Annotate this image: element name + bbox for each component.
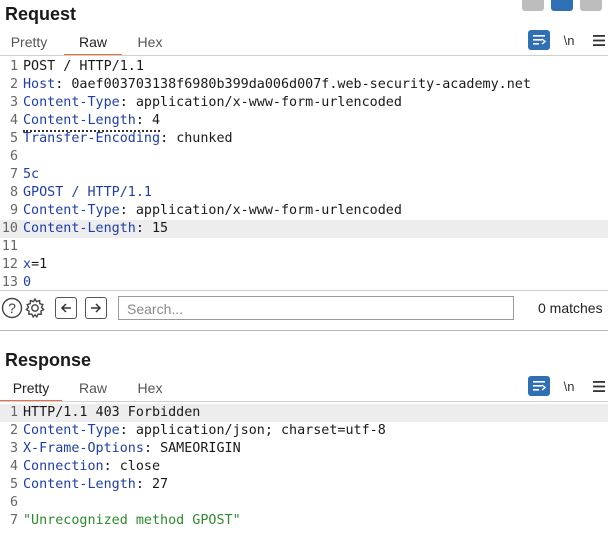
- response-line: 4 Connection: close: [9, 459, 161, 474]
- help-icon[interactable]: ?: [1, 297, 23, 319]
- request-format-icon[interactable]: [528, 30, 550, 50]
- request-line: 7 5c: [9, 167, 40, 182]
- request-line: 8 GPOST / HTTP/1.1: [9, 185, 152, 200]
- request-line: 3 Content-Type: application/x-www-form-ur…: [9, 95, 402, 110]
- layout-vertical-button[interactable]: [551, 0, 573, 11]
- request-tab-pretty[interactable]: Pretty: [4, 30, 54, 54]
- search-match-count: 0 matches: [538, 300, 603, 316]
- request-line: 11: [1, 239, 18, 254]
- request-line-highlighted: 10 Content-Length: 15: [0, 220, 608, 238]
- settings-gear-icon[interactable]: [24, 297, 46, 319]
- request-menu-icon[interactable]: [588, 30, 608, 50]
- response-line: 6: [9, 495, 18, 510]
- request-line: 4 Content-Length: 4: [0, 112, 608, 132]
- response-newline-toggle[interactable]: \n: [558, 376, 580, 396]
- response-title: Response: [5, 350, 92, 370]
- response-line-highlighted: 1 HTTP/1.1 403 Forbidden: [0, 404, 608, 422]
- svg-text:?: ?: [8, 300, 16, 316]
- arrow-left-icon: [60, 303, 71, 313]
- request-newline-toggle[interactable]: \n: [558, 30, 580, 50]
- panel-divider: [0, 330, 608, 331]
- response-menu-icon[interactable]: [588, 376, 608, 396]
- request-line: 9 Content-Type: application/x-www-form-ur…: [9, 203, 402, 218]
- search-input[interactable]: [125, 298, 509, 320]
- response-tab-pretty[interactable]: Pretty: [0, 376, 62, 402]
- request-line: 1 POST / HTTP/1.1: [9, 59, 144, 74]
- request-title: Request: [5, 4, 77, 24]
- response-tab-divider: [0, 401, 608, 402]
- request-tab-hex[interactable]: Hex: [128, 30, 172, 54]
- request-line: 2 Host: 0aef003703138f6980b399da006d007f.…: [9, 77, 531, 92]
- layout-tabs-button[interactable]: [580, 0, 602, 11]
- search-previous-button[interactable]: [55, 297, 77, 319]
- response-line: 5 Content-Length: 27: [9, 477, 169, 492]
- arrow-right-icon: [91, 303, 102, 313]
- response-tab-raw[interactable]: Raw: [70, 376, 116, 400]
- response-line: 2 Content-Type: application/json; charset…: [9, 423, 386, 438]
- response-tab-bar: Pretty Raw Hex \n: [0, 376, 608, 402]
- request-line: 5 Transfer-Encoding: chunked: [9, 131, 233, 146]
- response-tab-hex[interactable]: Hex: [128, 376, 172, 400]
- response-line: 7 "Unrecognized method GPOST": [9, 513, 241, 528]
- request-line: 6: [9, 149, 18, 164]
- response-format-icon[interactable]: [528, 376, 550, 396]
- request-editor[interactable]: 1 POST / HTTP/1.1 2 Host: 0aef003703138f69…: [0, 58, 608, 288]
- request-search-divider: [0, 290, 608, 291]
- request-tab-divider: [0, 55, 608, 56]
- request-tab-bar: Pretty Raw Hex \n: [0, 30, 608, 56]
- request-tab-raw[interactable]: Raw: [64, 30, 122, 56]
- request-line: 12 x=1: [1, 257, 48, 272]
- request-line: 13 0: [1, 275, 32, 288]
- response-line: 3 X-Frame-Options: SAMEORIGIN: [9, 441, 241, 456]
- search-field[interactable]: [118, 296, 514, 320]
- search-next-button[interactable]: [85, 297, 107, 319]
- layout-side-by-side-button[interactable]: [522, 0, 544, 11]
- response-editor[interactable]: 1 HTTP/1.1 403 Forbidden 2 Content-Type: a…: [0, 404, 608, 537]
